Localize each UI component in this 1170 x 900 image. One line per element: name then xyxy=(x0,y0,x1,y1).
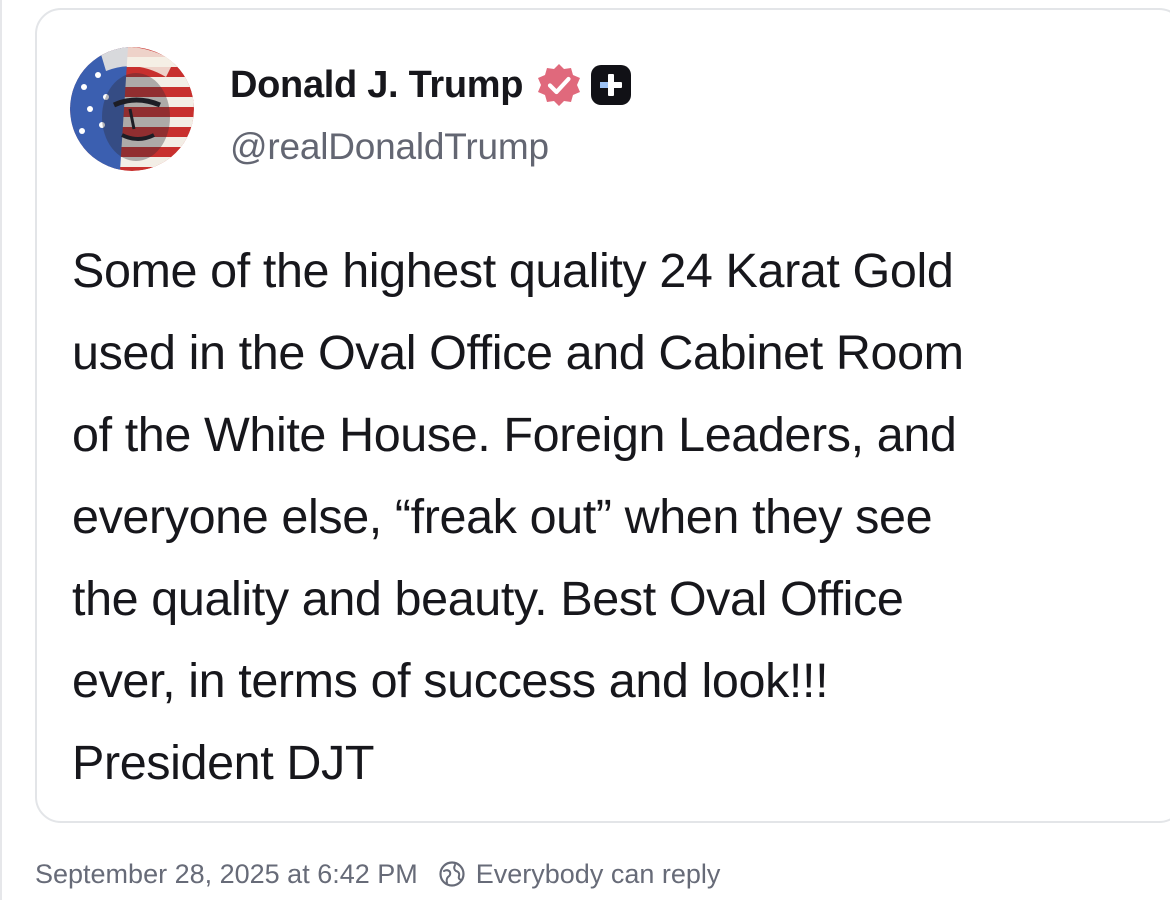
post-text: Some of the highest quality 24 Karat Gol… xyxy=(72,230,1170,804)
author-name-row: Donald J. Trump xyxy=(230,62,632,108)
author-avatar[interactable] xyxy=(70,47,194,171)
left-divider xyxy=(0,0,2,900)
post-text-line: of the White House. Foreign Leaders, and xyxy=(72,408,957,462)
post-text-line: ever, in terms of success and look!!! xyxy=(72,654,829,708)
post-text-line: used in the Oval Office and Cabinet Room xyxy=(72,326,964,380)
author-display-name[interactable]: Donald J. Trump xyxy=(230,64,524,107)
post-text-line: everyone else, “freak out” when they see xyxy=(72,490,933,544)
post-card[interactable]: Donald J. Trump @realDonaldTrump Some of… xyxy=(35,8,1170,823)
portrait-flag-avatar-icon xyxy=(70,47,194,171)
reply-setting-label[interactable]: Everybody can reply xyxy=(476,859,721,890)
post-footer: September 28, 2025 at 6:42 PM Everybody … xyxy=(35,852,720,896)
post-timestamp[interactable]: September 28, 2025 at 6:42 PM xyxy=(35,859,418,890)
globe-reply-icon xyxy=(438,860,466,888)
author-handle[interactable]: @realDonaldTrump xyxy=(230,126,549,168)
verified-badge-icon xyxy=(536,62,582,108)
post-text-line: the quality and beauty. Best Oval Office xyxy=(72,572,904,626)
post-text-line: President DJT xyxy=(72,736,375,790)
post-text-line: Some of the highest quality 24 Karat Gol… xyxy=(72,244,954,298)
plus-badge-icon xyxy=(590,64,632,106)
page: Donald J. Trump @realDonaldTrump Some of… xyxy=(0,0,1170,900)
